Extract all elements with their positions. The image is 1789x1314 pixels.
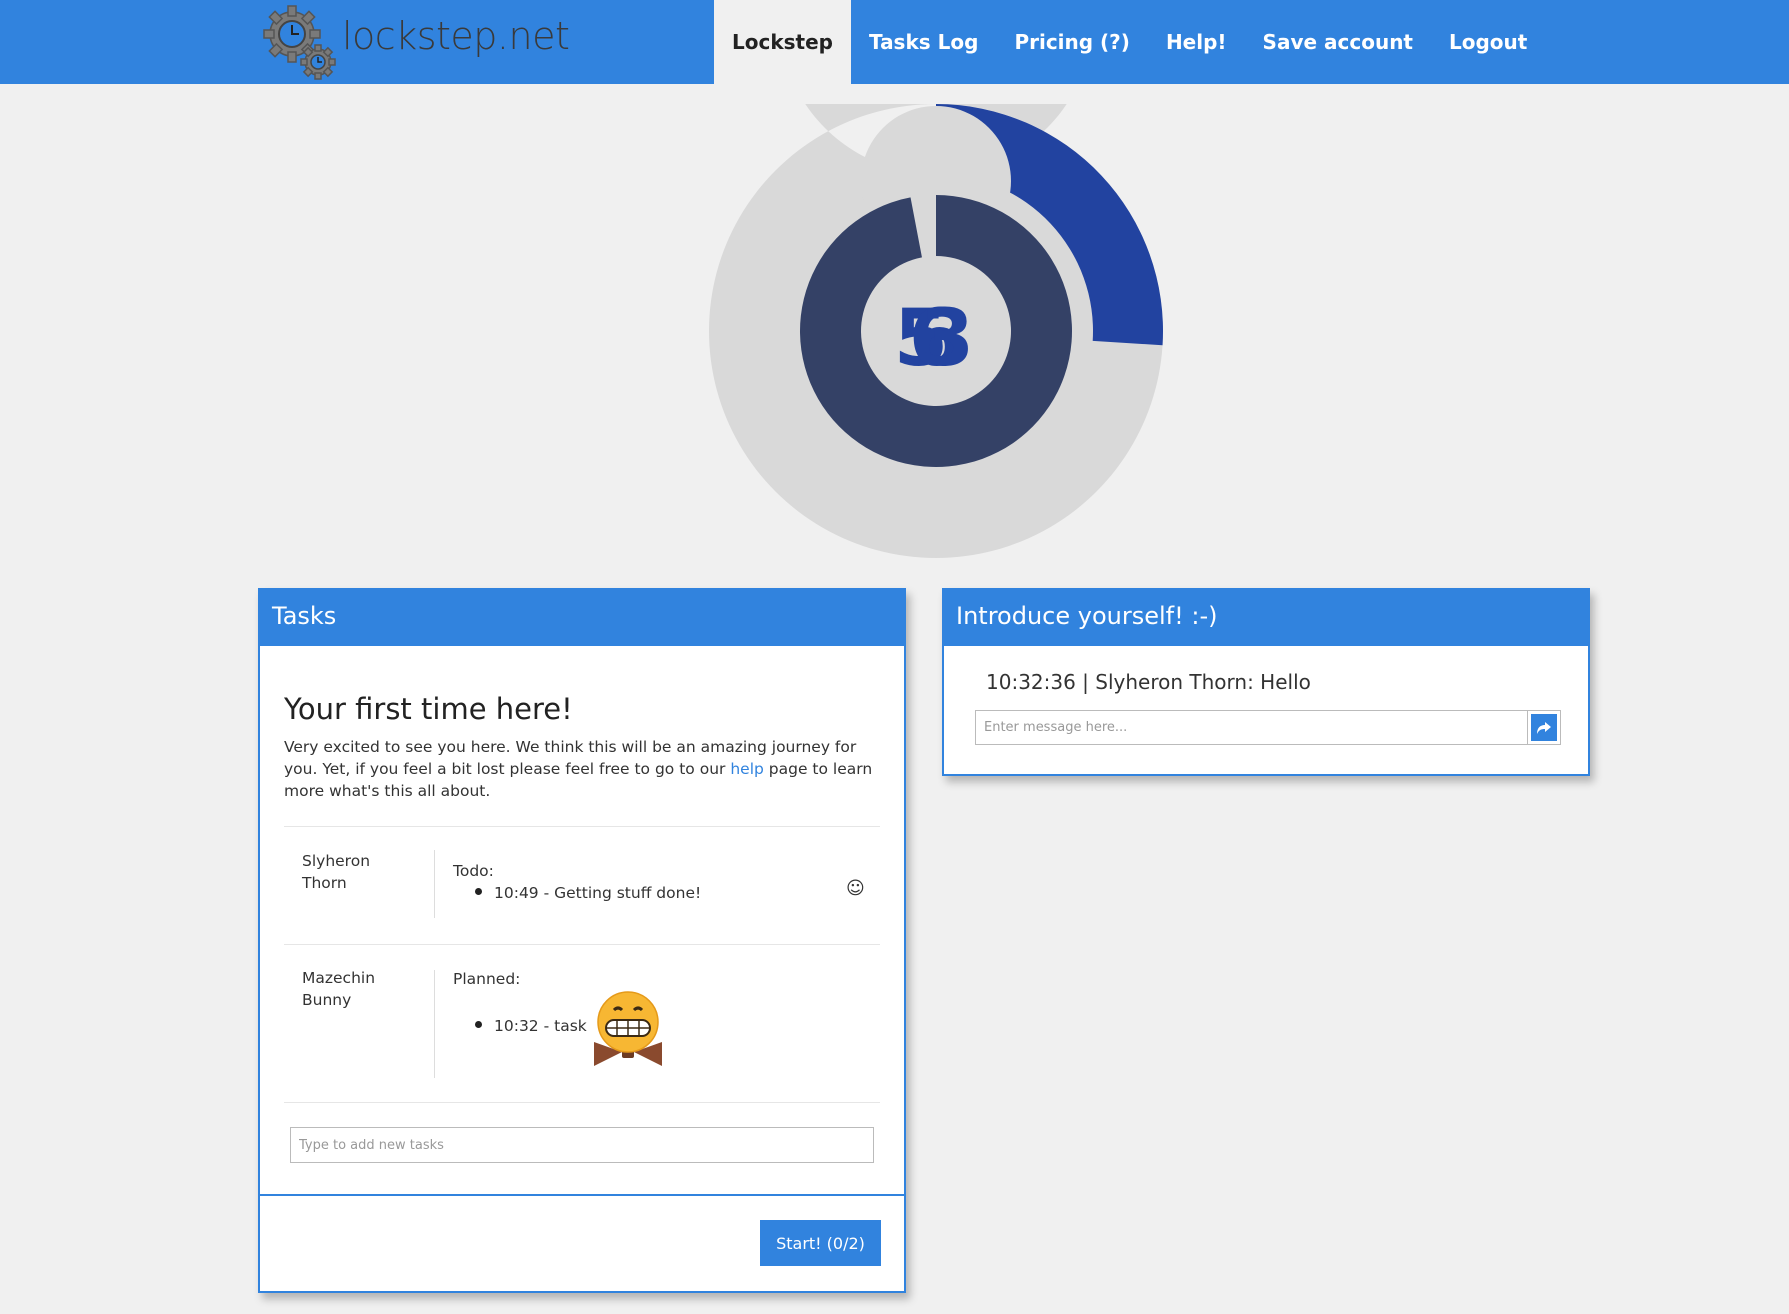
task-status-label: Todo: (453, 862, 494, 880)
timer-digit: 3 (920, 294, 974, 384)
grimacing-bowtie-emoji-icon (594, 991, 662, 1066)
divider (284, 1102, 880, 1103)
divider (284, 944, 880, 945)
brand-name: lockstep.net (342, 14, 570, 58)
chat-message: 10:32:36 | Slyheron Thorn: Hello (986, 670, 1311, 694)
tasks-panel-title: Tasks (260, 590, 904, 646)
message-input[interactable] (975, 710, 1527, 745)
gears-clock-icon (263, 5, 336, 80)
task-item: 10:49 - Getting stuff done! (475, 884, 701, 902)
task-text: 10:49 - Getting stuff done! (494, 884, 702, 902)
nav-menu: Lockstep Tasks Log Pricing (?) Help! Sav… (714, 0, 1545, 84)
welcome-text: Very excited to see you here. We think t… (284, 736, 884, 802)
task-text: 10:32 - task (494, 1017, 587, 1035)
timer-donut: 5 6 3 (709, 104, 1163, 558)
nav-item-lockstep[interactable]: Lockstep (714, 0, 851, 84)
bullet-icon (475, 888, 482, 895)
send-message-button[interactable] (1527, 710, 1561, 745)
welcome-title: Your first time here! (284, 692, 573, 726)
nav-item-tasks-log[interactable]: Tasks Log (851, 0, 996, 84)
start-button[interactable]: Start! (0/2) (760, 1220, 881, 1266)
bullet-icon (475, 1021, 482, 1028)
help-link[interactable]: help (730, 760, 764, 778)
smile-icon[interactable]: ☺ (846, 878, 865, 899)
task-item: 10:32 - task (475, 1017, 587, 1035)
divider (284, 826, 880, 827)
task-status-label: Planned: (453, 970, 521, 988)
column-divider (434, 850, 435, 918)
user-name: Slyheron Thorn (302, 852, 371, 892)
nav-item-help[interactable]: Help! (1148, 0, 1245, 84)
nav-item-pricing[interactable]: Pricing (?) (996, 0, 1148, 84)
user-name: Mazechin Bunny (302, 969, 376, 1009)
reply-arrow-icon (1531, 714, 1557, 741)
nav-item-logout[interactable]: Logout (1431, 0, 1545, 84)
chat-panel-title: Introduce yourself! :-) (944, 590, 1588, 646)
column-divider (434, 970, 435, 1078)
nav-item-save-account[interactable]: Save account (1245, 0, 1431, 84)
add-task-input[interactable] (290, 1127, 874, 1163)
brand-logo[interactable]: lockstep.net (262, 4, 570, 80)
chat-panel: Introduce yourself! :-) 10:32:36 | Slyhe… (942, 588, 1590, 776)
tasks-panel: Tasks Your first time here! Very excited… (258, 588, 906, 1293)
top-navbar: lockstep.net Lockstep Tasks Log Pricing … (0, 0, 1789, 84)
panel-footer-divider (260, 1194, 904, 1196)
